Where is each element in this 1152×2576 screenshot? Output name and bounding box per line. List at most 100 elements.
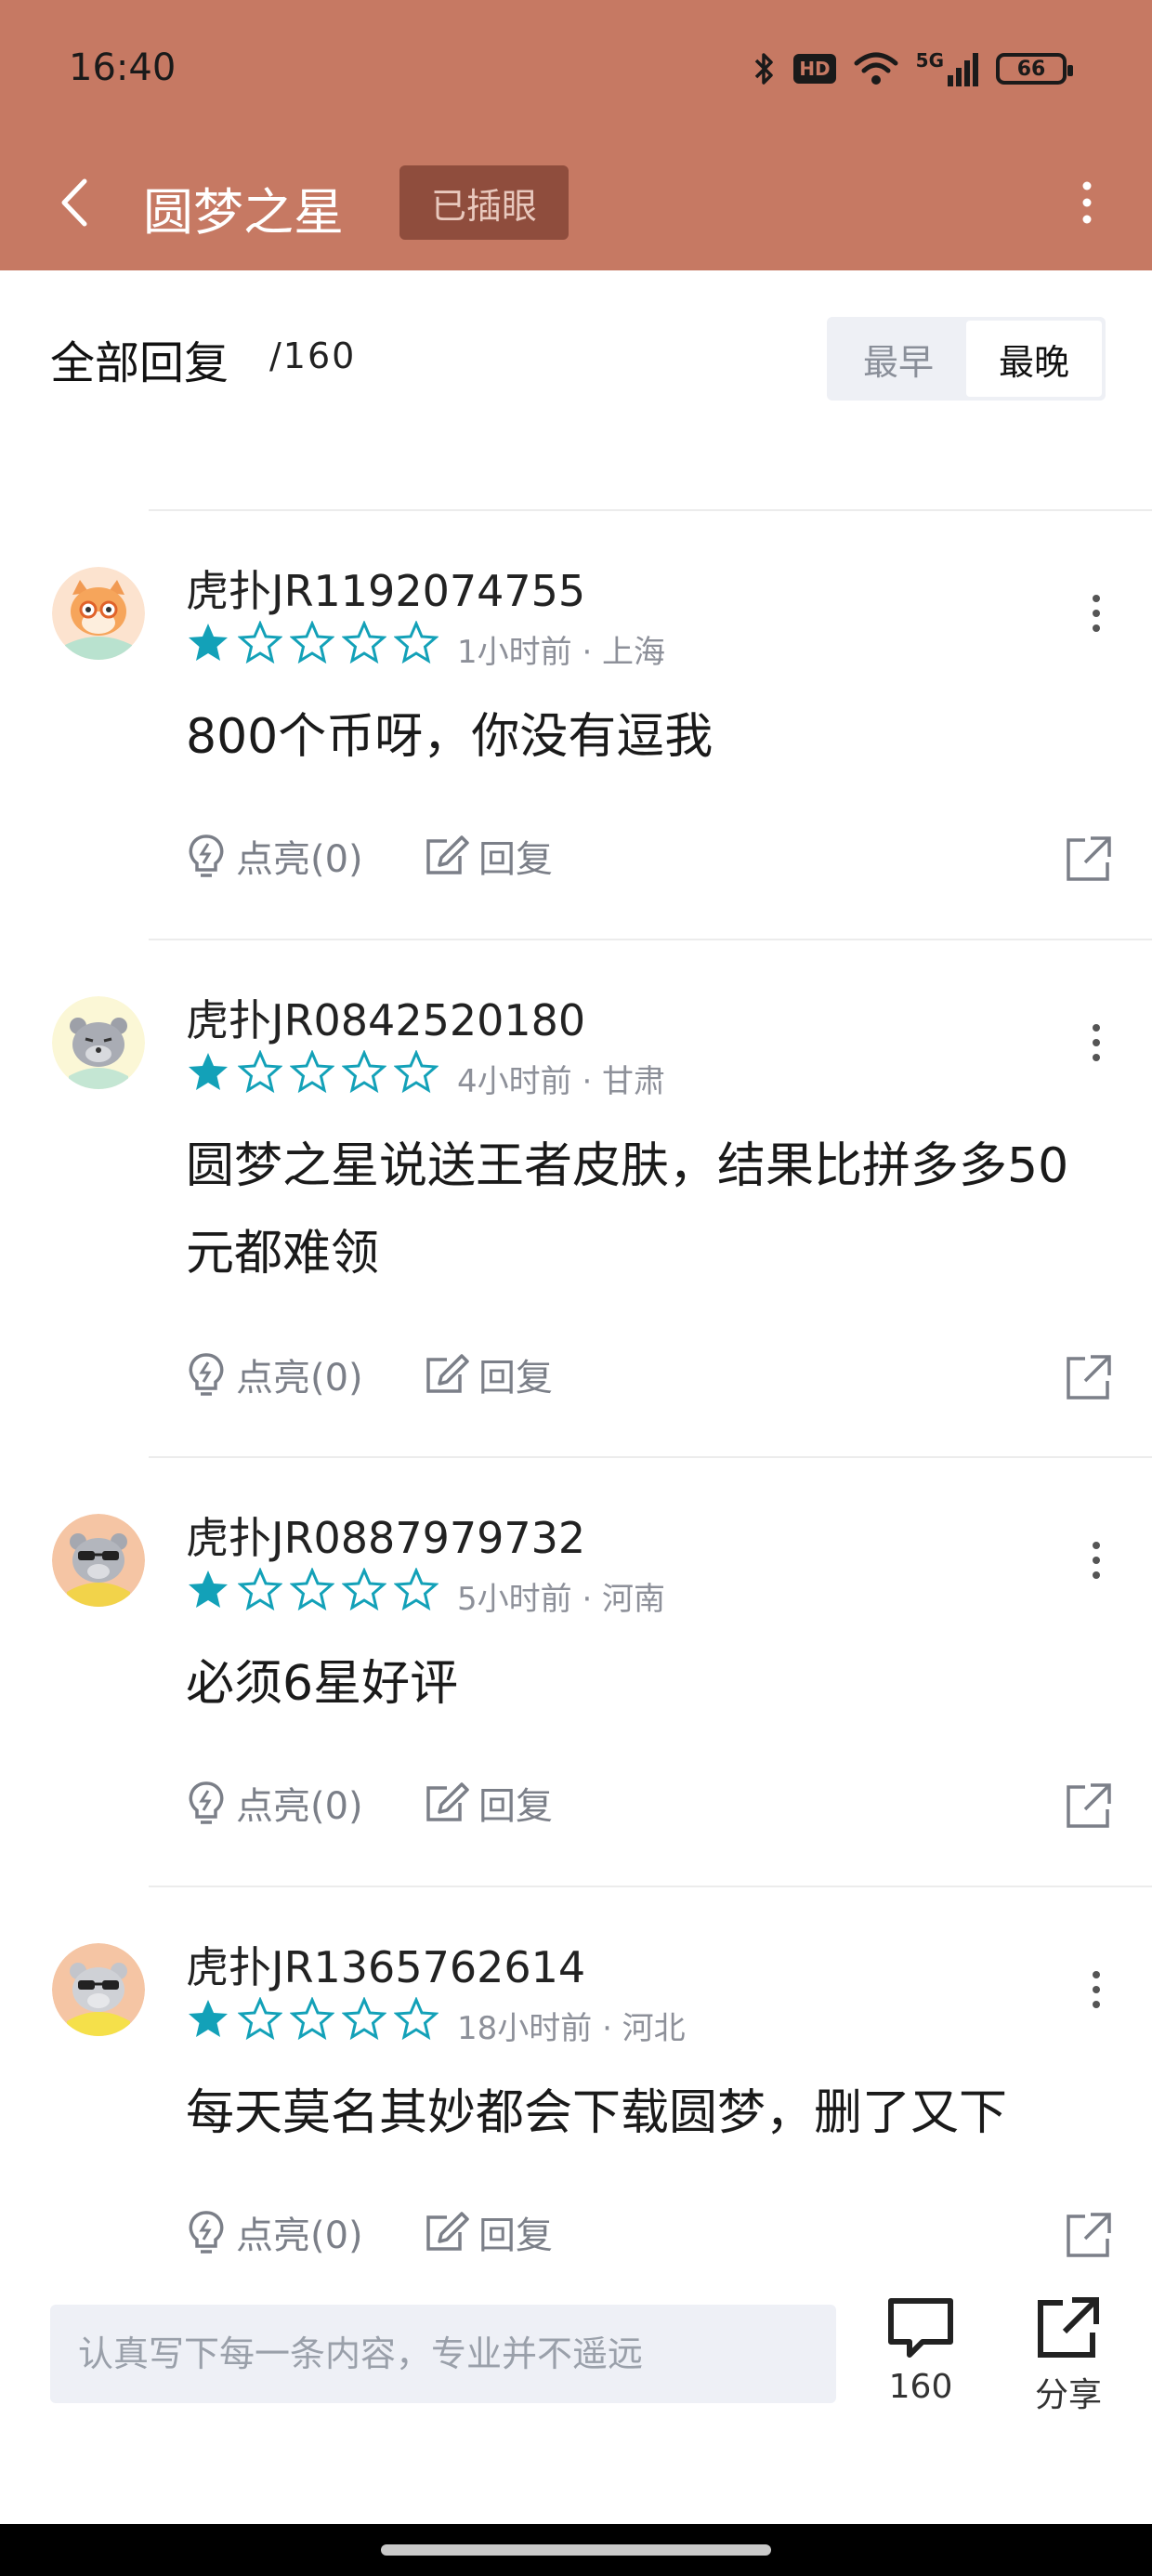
comment-item: 虎扑JR1192074755 1小时前 · 上海 800个币呀，你没有逗我 点亮… bbox=[0, 511, 1152, 939]
star-outline-icon bbox=[238, 621, 282, 664]
username[interactable]: 虎扑JR1365762614 bbox=[186, 1934, 585, 1995]
username[interactable]: 虎扑JR1192074755 bbox=[186, 558, 585, 619]
star-outline-icon bbox=[238, 1050, 282, 1094]
wifi-icon bbox=[854, 52, 898, 85]
comment-actions: 点亮(0) 回复 bbox=[186, 2205, 1115, 2270]
star-rating bbox=[186, 621, 439, 665]
like-label: 点亮(0) bbox=[236, 1357, 363, 1400]
sort-latest-button[interactable]: 最晚 bbox=[966, 321, 1102, 397]
star-outline-icon bbox=[290, 621, 334, 664]
battery-level: 66 bbox=[1016, 57, 1046, 81]
page-title: 圆梦之星 bbox=[143, 183, 344, 242]
replies-title: 全部回复 bbox=[50, 337, 229, 389]
reply-label: 回复 bbox=[478, 838, 553, 881]
like-label: 点亮(0) bbox=[236, 1785, 363, 1828]
lightbulb-icon bbox=[189, 1781, 224, 1824]
share-icon[interactable] bbox=[1063, 1351, 1115, 1403]
comment-actions: 点亮(0) 回复 bbox=[186, 1776, 1115, 1841]
star-outline-icon bbox=[394, 1568, 439, 1611]
comment-text: 圆梦之星说送王者皮肤，结果比拼多多50元都难领 bbox=[186, 1138, 1069, 1281]
star-outline-icon bbox=[290, 1568, 334, 1611]
like-button[interactable]: 点亮(0) bbox=[186, 829, 363, 883]
comment-actions: 点亮(0) 回复 bbox=[186, 1347, 1115, 1413]
replies-count: /160 bbox=[269, 335, 357, 376]
star-outline-icon bbox=[394, 621, 439, 664]
star-outline-icon bbox=[342, 621, 386, 664]
star-filled-icon bbox=[189, 1053, 228, 1090]
back-button[interactable] bbox=[46, 175, 102, 230]
star-outline-icon bbox=[394, 1050, 439, 1094]
chevron-left-icon bbox=[61, 178, 87, 227]
comment-meta: 4小时前 · 甘肃 bbox=[457, 1063, 666, 1100]
username[interactable]: 虎扑JR0842520180 bbox=[186, 987, 585, 1048]
comments-button[interactable]: 160 bbox=[865, 2295, 976, 2435]
comment-actions: 点亮(0) 回复 bbox=[186, 829, 1115, 894]
sunglasses-bear-avatar-icon bbox=[52, 1514, 145, 1607]
kebab-menu-icon bbox=[1082, 181, 1092, 224]
edit-icon bbox=[426, 1782, 469, 1821]
like-button[interactable]: 点亮(0) bbox=[186, 2205, 363, 2259]
comment-text: 800个币呀，你没有逗我 bbox=[186, 709, 713, 765]
comment-more-button[interactable] bbox=[1078, 1962, 1115, 2017]
bluetooth-icon bbox=[755, 53, 774, 85]
reply-button[interactable]: 回复 bbox=[423, 1776, 553, 1830]
share-label: 分享 bbox=[1034, 2376, 1102, 2414]
avatar[interactable] bbox=[52, 1943, 145, 2036]
share-icon[interactable] bbox=[1063, 2209, 1115, 2261]
comment-meta: 5小时前 · 河南 bbox=[457, 1581, 666, 1618]
star-outline-icon bbox=[342, 1050, 386, 1094]
home-gesture-handle[interactable] bbox=[381, 2544, 771, 2556]
lightbulb-icon bbox=[189, 2211, 224, 2254]
reply-button[interactable]: 回复 bbox=[423, 829, 553, 883]
comment-item: 虎扑JR0842520180 4小时前 · 甘肃 圆梦之星说送王者皮肤，结果比拼… bbox=[0, 940, 1152, 1456]
app-header: 16:40 HD 5G 66 圆梦之星 已插眼 bbox=[0, 0, 1152, 270]
like-button[interactable]: 点亮(0) bbox=[186, 1347, 363, 1401]
star-rating bbox=[186, 1997, 439, 2042]
avatar[interactable] bbox=[52, 567, 145, 660]
status-icons: HD 5G 66 bbox=[753, 46, 1073, 91]
star-outline-icon bbox=[342, 1997, 386, 2041]
comment-more-button[interactable] bbox=[1078, 1532, 1115, 1588]
like-button[interactable]: 点亮(0) bbox=[186, 1776, 363, 1830]
star-outline-icon bbox=[342, 1568, 386, 1611]
star-filled-icon bbox=[189, 2000, 228, 2037]
comment-count: 160 bbox=[888, 2368, 953, 2406]
edit-icon bbox=[426, 2212, 469, 2251]
avatar[interactable] bbox=[52, 996, 145, 1089]
star-outline-icon bbox=[238, 1568, 282, 1611]
reply-label: 回复 bbox=[478, 2215, 553, 2257]
comment-more-button[interactable] bbox=[1078, 585, 1115, 641]
reply-header: 全部回复 /160 最早 最晚 bbox=[0, 270, 1152, 410]
comment-input[interactable] bbox=[50, 2305, 836, 2403]
more-options-button[interactable] bbox=[1059, 175, 1115, 230]
username[interactable]: 虎扑JR0887979732 bbox=[186, 1505, 585, 1566]
star-rating bbox=[186, 1050, 439, 1095]
comment-bubble-icon bbox=[888, 2298, 953, 2358]
comment-meta: 1小时前 · 上海 bbox=[457, 634, 666, 671]
bear-avatar-icon bbox=[52, 996, 145, 1089]
lightbulb-icon bbox=[189, 1353, 224, 1396]
star-filled-icon bbox=[189, 624, 228, 661]
status-time: 16:40 bbox=[69, 46, 177, 89]
star-outline-icon bbox=[394, 1997, 439, 2041]
star-outline-icon bbox=[290, 1050, 334, 1094]
status-bar: 16:40 HD 5G 66 bbox=[0, 0, 1152, 139]
battery-icon: 66 bbox=[996, 53, 1073, 85]
reply-button[interactable]: 回复 bbox=[423, 2205, 553, 2259]
sort-earliest-button[interactable]: 最早 bbox=[831, 321, 966, 397]
comment-item: 虎扑JR0887979732 5小时前 · 河南 必须6星好评 点亮(0) 回复 bbox=[0, 1458, 1152, 1886]
lightbulb-icon bbox=[189, 835, 224, 877]
like-label: 点亮(0) bbox=[236, 838, 363, 881]
bookmark-badge-button[interactable]: 已插眼 bbox=[399, 165, 569, 240]
share-icon[interactable] bbox=[1063, 833, 1115, 885]
sort-toggle: 最早 最晚 bbox=[827, 317, 1106, 401]
like-label: 点亮(0) bbox=[236, 2215, 363, 2257]
share-icon[interactable] bbox=[1063, 1780, 1115, 1832]
avatar[interactable] bbox=[52, 1514, 145, 1607]
share-button[interactable]: 分享 bbox=[1013, 2295, 1124, 2435]
reply-label: 回复 bbox=[478, 1785, 553, 1828]
comment-text: 每天莫名其妙都会下载圆梦，删了又下 bbox=[186, 2085, 1008, 2141]
comment-more-button[interactable] bbox=[1078, 1015, 1115, 1071]
network-label: 5G bbox=[915, 49, 944, 72]
reply-button[interactable]: 回复 bbox=[423, 1347, 553, 1401]
